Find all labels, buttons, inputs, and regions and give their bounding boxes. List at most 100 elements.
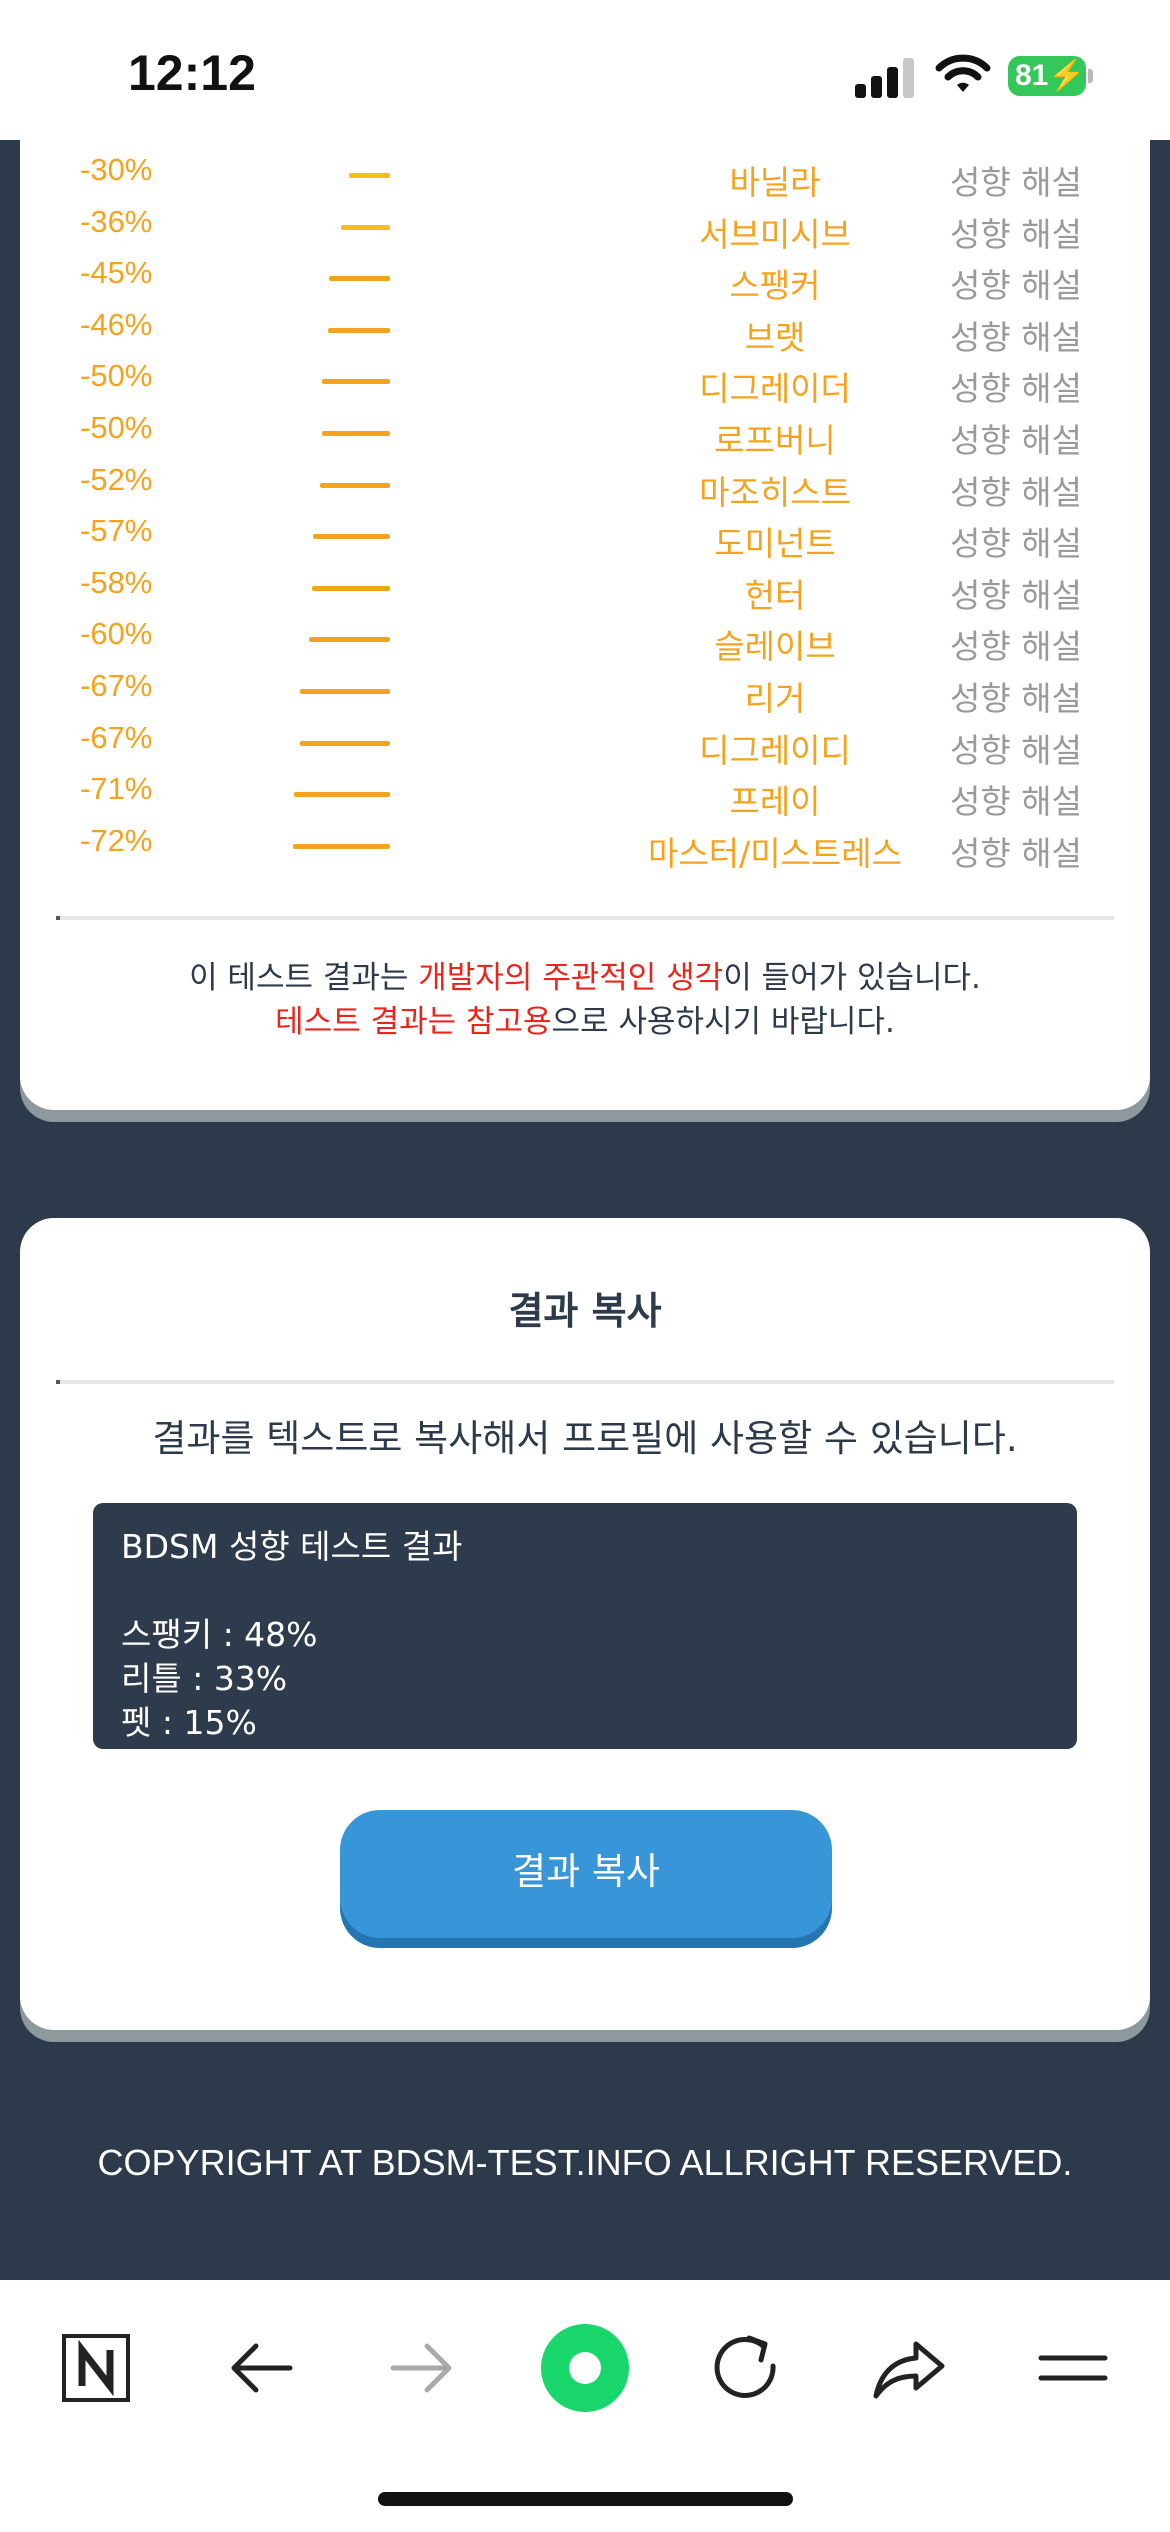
ranking-row: -30% 바닐라 성향 해설 [20, 152, 1150, 204]
ranking-percent: -46% [80, 306, 153, 342]
ranking-percent: -50% [80, 358, 153, 394]
disclaimer-line-2: 테스트 결과는 참고용으로 사용하시기 바랍니다. [20, 1000, 1150, 1044]
result-line: 스팽키 : 48% [121, 1615, 318, 1654]
ranking-bar [320, 482, 390, 488]
ranking-percent: -67% [80, 719, 153, 755]
home-indicator [378, 2492, 793, 2506]
ranking-explain-link[interactable]: 성향 해설 [950, 620, 1082, 668]
ranking-explain-link[interactable]: 성향 해설 [950, 517, 1082, 565]
disclaimer-highlight: 개발자의 주관적인 생각 [418, 960, 724, 996]
ranking-row: -52% 마조히스트 성향 해설 [20, 462, 1150, 514]
ranking-percent: -50% [80, 410, 153, 445]
ranking-type-name[interactable]: 스팽커 [560, 259, 990, 307]
share-icon[interactable] [860, 2320, 956, 2416]
ranking-type-name[interactable]: 도미넌트 [560, 517, 990, 565]
ranking-explain-link[interactable]: 성향 해설 [950, 466, 1082, 514]
copy-result-button[interactable]: 결과 복사 [340, 1810, 832, 1938]
ranking-row: -60% 슬레이브 성향 해설 [20, 616, 1150, 668]
ranking-explain-link[interactable]: 성향 해설 [950, 414, 1082, 462]
disclaimer-text: 이 들어가 있습니다. [723, 960, 981, 996]
ranking-percent: -67% [80, 668, 153, 703]
card-divider [56, 1380, 1114, 1384]
ranking-percent: -30% [80, 152, 153, 187]
ranking-bar [294, 792, 390, 798]
result-heading: BDSM 성향 테스트 결과 [121, 1527, 463, 1566]
ranking-row: -67% 디그레이디 성향 해설 [20, 720, 1150, 772]
ranking-bar [313, 534, 390, 540]
ranking-bar [293, 843, 390, 849]
ranking-bar [312, 585, 390, 591]
ranking-type-name[interactable]: 디그레이디 [560, 724, 990, 772]
ranking-type-name[interactable]: 헌터 [560, 569, 990, 617]
disclaimer-highlight: 테스트 결과는 참고용 [275, 1004, 552, 1040]
ranking-bar [300, 689, 390, 694]
cellular-signal-icon [855, 58, 915, 98]
ranking-percent: -36% [80, 203, 153, 239]
ranking-bar [341, 224, 390, 230]
ranking-row: -71% 프레이 성향 해설 [20, 771, 1150, 823]
ranking-bar [309, 637, 390, 643]
ranking-row: -46% 브랫 성향 해설 [20, 307, 1150, 359]
ranking-explain-link[interactable]: 성향 해설 [950, 672, 1082, 720]
ranking-percent: -71% [80, 771, 153, 807]
ranking-percent: -72% [80, 822, 153, 858]
reload-icon[interactable] [697, 2320, 793, 2416]
ranking-percent: -58% [80, 564, 153, 600]
ranking-type-name[interactable]: 마스터/미스트레스 [560, 827, 990, 875]
battery-icon: 81⚡ [1008, 56, 1086, 96]
ranking-explain-link[interactable]: 성향 해설 [950, 311, 1082, 359]
ranking-explain-link[interactable]: 성향 해설 [950, 259, 1082, 307]
ranking-bar [300, 740, 390, 746]
ranking-type-name[interactable]: 프레이 [560, 775, 990, 823]
menu-icon[interactable] [1025, 2320, 1121, 2416]
ranking-explain-link[interactable]: 성향 해설 [950, 156, 1082, 204]
ranking-type-name[interactable]: 로프버니 [560, 414, 990, 462]
ranking-percent: -52% [80, 461, 153, 497]
ranking-row: -50% 로프버니 성향 해설 [20, 410, 1150, 462]
naver-n-icon[interactable] [48, 2320, 144, 2416]
ranking-row: -36% 서브미시브 성향 해설 [20, 204, 1150, 256]
ranking-row: -45% 스팽커 성향 해설 [20, 255, 1150, 307]
card-divider [56, 916, 1114, 920]
result-line: 펫 : 15% [121, 1703, 257, 1742]
status-bar: 12:12 81⚡ [0, 0, 1170, 140]
status-time: 12:12 [128, 45, 256, 101]
ranking-explain-link[interactable]: 성향 해설 [950, 362, 1082, 410]
disclaimer-text: 으로 사용하시기 바랍니다. [551, 1004, 895, 1040]
ranking-bar [329, 276, 390, 282]
ranking-bar [322, 379, 390, 385]
ranking-type-name[interactable]: 리거 [560, 672, 990, 720]
ranking-explain-link[interactable]: 성향 해설 [950, 569, 1082, 617]
wifi-icon [935, 52, 991, 96]
ranking-type-name[interactable]: 디그레이더 [560, 362, 990, 410]
result-gap [121, 1569, 1049, 1613]
ranking-type-name[interactable]: 마조히스트 [560, 466, 990, 514]
result-text-box[interactable]: BDSM 성향 테스트 결과 스팽키 : 48% 리틀 : 33% 펫 : 15… [93, 1503, 1077, 1749]
ranking-explain-link[interactable]: 성향 해설 [950, 724, 1082, 772]
ranking-row: -72% 마스터/미스트레스 성향 해설 [20, 823, 1150, 875]
ranking-explain-link[interactable]: 성향 해설 [950, 827, 1082, 875]
result-line: 리틀 : 33% [121, 1659, 288, 1698]
ranking-explain-link[interactable]: 성향 해설 [950, 208, 1082, 256]
battery-tip [1088, 69, 1093, 83]
ranking-percent: -45% [80, 255, 153, 291]
ranking-bar [322, 431, 390, 436]
copyright-footer: COPYRIGHT AT BDSM-TEST.INFO ALLRIGHT RES… [97, 2142, 1073, 2183]
back-arrow-icon[interactable] [212, 2320, 308, 2416]
ranking-percent: -57% [80, 513, 153, 549]
ranking-explain-link[interactable]: 성향 해설 [950, 775, 1082, 823]
ranking-type-name[interactable]: 슬레이브 [560, 620, 990, 668]
ranking-bar [328, 327, 390, 333]
ranking-type-name[interactable]: 서브미시브 [560, 208, 990, 256]
ranking-type-name[interactable]: 바닐라 [560, 156, 990, 204]
disclaimer-text: 이 테스트 결과는 [189, 960, 419, 996]
ranking-bar [349, 173, 390, 178]
disclaimer-line-1: 이 테스트 결과는 개발자의 주관적인 생각이 들어가 있습니다. [20, 956, 1150, 1000]
ranking-row: -57% 도미넌트 성향 해설 [20, 513, 1150, 565]
results-card: -30% 바닐라 성향 해설 -36% 서브미시브 성향 해설 -45% 스팽커 성향 해설 -4… [20, 100, 1150, 1110]
ranking-row: -58% 헌터 성향 해설 [20, 565, 1150, 617]
ranking-type-name[interactable]: 브랫 [560, 311, 990, 359]
ranking-row: -67% 리거 성향 해설 [20, 668, 1150, 720]
forward-arrow-icon[interactable] [375, 2320, 471, 2416]
green-dot-icon[interactable] [537, 2320, 633, 2416]
